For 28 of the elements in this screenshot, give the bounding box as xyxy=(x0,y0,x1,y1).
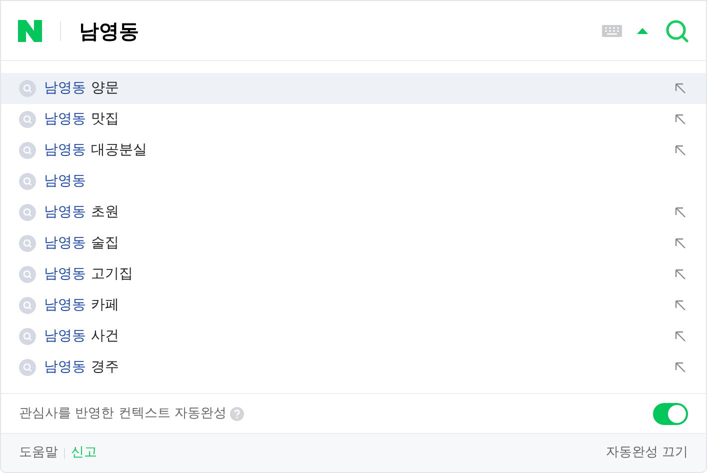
search-icon xyxy=(19,204,36,221)
search-icon xyxy=(19,111,36,128)
search-icon xyxy=(19,80,36,97)
arrow-icon[interactable] xyxy=(675,114,686,125)
logo-icon[interactable] xyxy=(18,20,42,42)
suggestion-item[interactable]: 남영동 양문 xyxy=(1,73,706,104)
arrow-icon[interactable] xyxy=(675,300,686,311)
search-icon xyxy=(19,142,36,159)
search-field[interactable]: 남영동 xyxy=(79,16,602,46)
arrow-icon[interactable] xyxy=(675,238,686,249)
turn-off-link[interactable]: 자동완성 끄기 xyxy=(606,443,688,463)
arrow-icon[interactable] xyxy=(675,362,686,373)
arrow-icon[interactable] xyxy=(675,145,686,156)
search-icon xyxy=(19,235,36,252)
arrow-icon[interactable] xyxy=(675,269,686,280)
arrow-icon[interactable] xyxy=(675,331,686,342)
collapse-icon[interactable] xyxy=(637,28,648,34)
search-icon xyxy=(19,328,36,345)
search-icon xyxy=(19,297,36,314)
arrow-icon[interactable] xyxy=(675,83,686,94)
option-label: 관심사를 반영한 컨텍스트 자동완성 xyxy=(19,404,226,423)
help-link[interactable]: 도움말 xyxy=(19,443,58,463)
search-icon[interactable] xyxy=(665,18,689,42)
search-icon xyxy=(19,359,36,376)
search-icon xyxy=(19,266,36,283)
toggle-switch[interactable] xyxy=(653,402,688,424)
arrow-icon[interactable] xyxy=(675,207,686,218)
search-icon xyxy=(19,173,36,190)
